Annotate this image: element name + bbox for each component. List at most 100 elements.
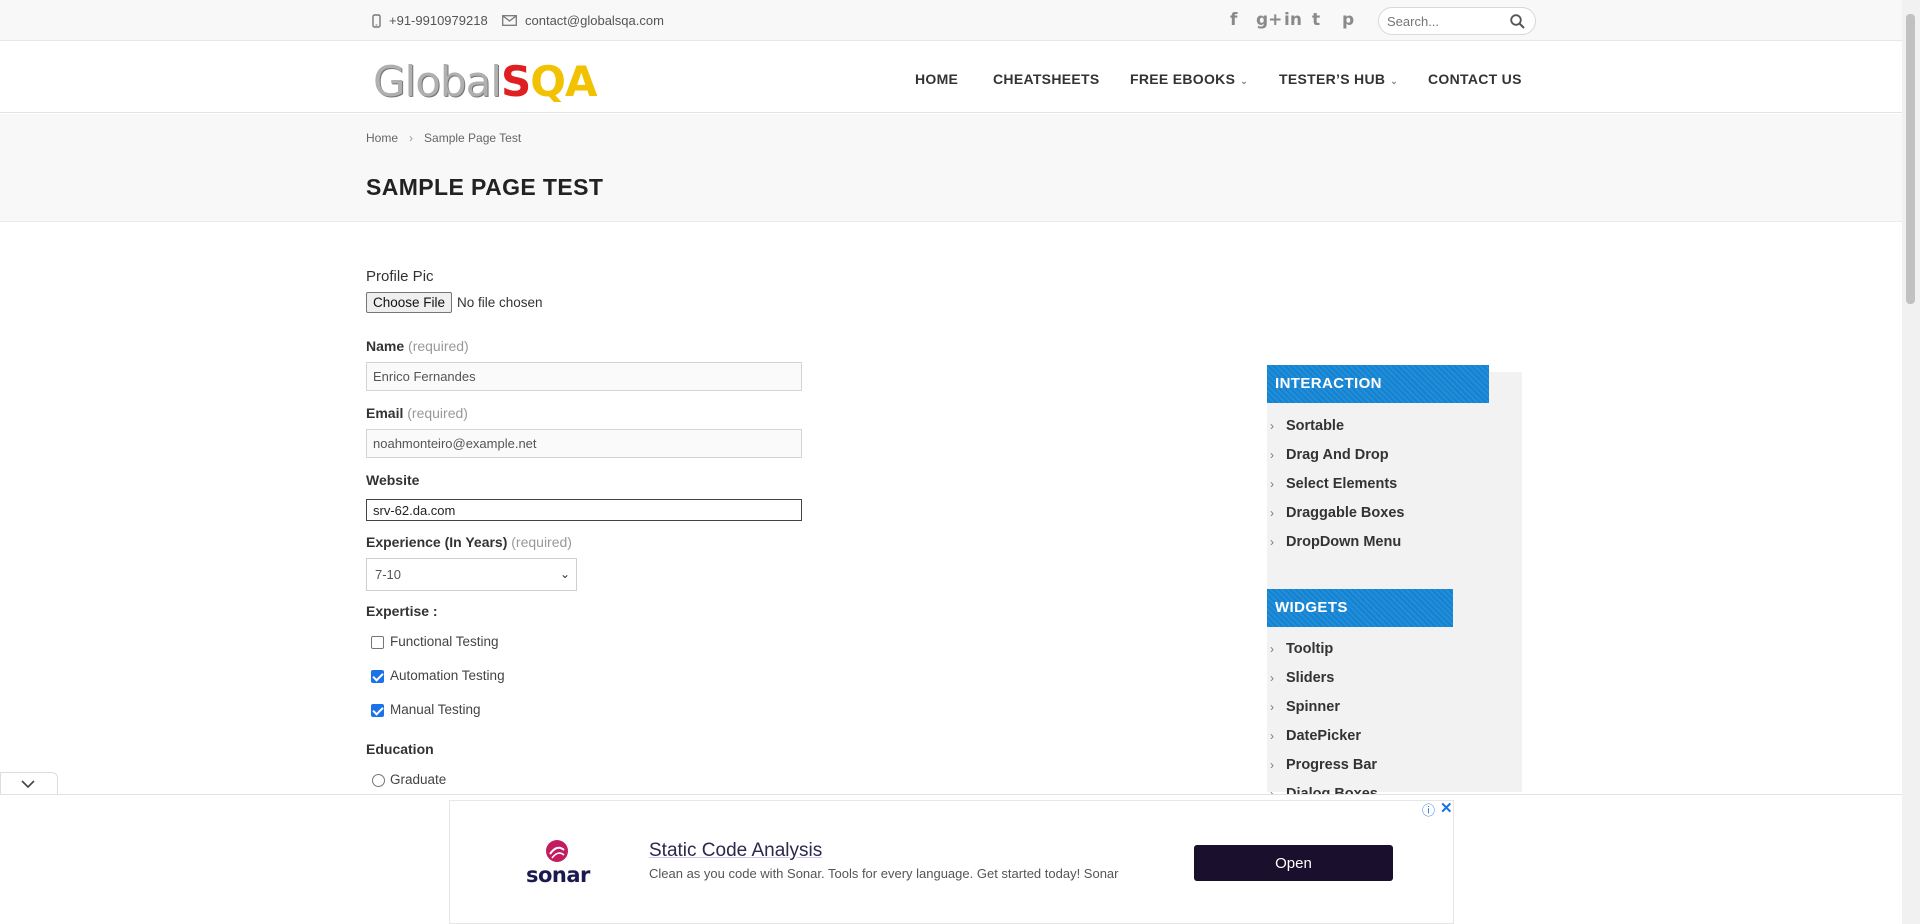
phone-icon [372, 13, 381, 28]
website-label: Website [366, 472, 420, 488]
graduate-label: Graduate [390, 772, 447, 787]
sidebar-item-label: Tooltip [1286, 641, 1334, 657]
sidebar-item-progress-bar[interactable]: › Progress Bar [1270, 757, 1377, 773]
site-header: GlobalSQA HOME CHEATSHEETS FREE EBOOKS ⌄ … [0, 41, 1902, 113]
experience-selected-value: 7-10 [375, 567, 402, 582]
expertise-label: Expertise : [366, 603, 438, 619]
nav-free-ebooks[interactable]: FREE EBOOKS ⌄ [1130, 71, 1248, 87]
experience-required-note: (required) [511, 534, 572, 550]
pinterest-icon[interactable]: p [1342, 10, 1354, 30]
email-address[interactable]: contact@globalsqa.com [525, 13, 664, 28]
nav-cheatsheets[interactable]: CHEATSHEETS [993, 71, 1100, 87]
logo-text-global: Global [373, 57, 502, 106]
experience-select[interactable]: 7-10 ⌄ [366, 558, 577, 591]
ad-close-icon[interactable]: ✕ [1440, 799, 1453, 817]
twitter-icon[interactable]: t [1312, 10, 1320, 30]
breadcrumb: Home › Sample Page Test [366, 131, 521, 145]
sidebar-item-label: Draggable Boxes [1286, 505, 1405, 521]
sidebar-item-draggable-boxes[interactable]: › Draggable Boxes [1270, 505, 1404, 521]
manual-testing-checkbox[interactable] [371, 704, 384, 717]
chevron-down-icon: ⌄ [559, 567, 570, 581]
ad-collapse-tab[interactable] [0, 772, 58, 796]
envelope-icon [502, 15, 517, 26]
chevron-down-icon: ⌄ [1240, 76, 1249, 86]
chevron-right-icon: › [1270, 506, 1274, 520]
choose-file-button[interactable]: Choose File [366, 292, 453, 313]
chevron-right-icon: › [1270, 419, 1274, 433]
top-bar: +91-9910979218 contact@globalsqa.com f g… [0, 0, 1902, 41]
experience-label: Experience (In Years) (required) [366, 534, 572, 550]
sidebar-item-drag-and-drop[interactable]: › Drag And Drop [1270, 447, 1389, 463]
website-input[interactable] [366, 499, 802, 521]
name-required-note: (required) [408, 338, 469, 354]
chevron-down-icon [21, 780, 35, 789]
phone-number: +91-9910979218 [389, 13, 488, 28]
google-plus-icon[interactable]: g+ [1256, 10, 1282, 30]
email-label-text: Email [366, 405, 404, 421]
sidebar-item-label: Select Elements [1286, 476, 1398, 492]
email-label: Email (required) [366, 405, 468, 421]
chevron-right-icon: › [1270, 787, 1274, 794]
nav-contact-us[interactable]: CONTACT US [1428, 71, 1522, 87]
logo-text-s: S [500, 57, 531, 106]
functional-testing-checkbox[interactable] [371, 636, 384, 649]
sidebar-item-select-elements[interactable]: › Select Elements [1270, 476, 1397, 492]
profile-pic-label: Profile Pic [366, 268, 434, 285]
no-file-chosen-text: No file chosen [457, 295, 543, 310]
sidebar-item-label: Dialog Boxes [1286, 786, 1378, 794]
site-logo[interactable]: GlobalSQA [373, 57, 597, 106]
nav-testers-hub-label: TESTER’S HUB [1279, 71, 1386, 87]
chevron-down-icon: ⌄ [1390, 76, 1399, 86]
chevron-right-icon: › [1270, 729, 1274, 743]
widgets-widget-title: WIDGETS [1267, 589, 1453, 627]
sidebar-item-label: DatePicker [1286, 728, 1361, 744]
page-title-area: Home › Sample Page Test SAMPLE PAGE TEST [0, 114, 1902, 222]
graduate-radio[interactable] [372, 774, 385, 787]
search-icon[interactable] [1510, 14, 1525, 29]
facebook-icon[interactable]: f [1230, 10, 1237, 30]
sidebar-item-sliders[interactable]: › Sliders [1270, 670, 1334, 686]
sidebar-item-dropdown-menu[interactable]: › DropDown Menu [1270, 534, 1401, 550]
nav-free-ebooks-label: FREE EBOOKS [1130, 71, 1236, 87]
automation-testing-checkbox[interactable] [371, 670, 384, 683]
sidebar-item-datepicker[interactable]: › DatePicker [1270, 728, 1361, 744]
ad-info-icon[interactable]: ⓘ [1422, 800, 1435, 819]
chevron-right-icon: › [1270, 477, 1274, 491]
sidebar-item-label: Progress Bar [1286, 757, 1378, 773]
name-label-text: Name [366, 338, 405, 354]
sidebar-item-label: DropDown Menu [1286, 534, 1402, 550]
functional-testing-label: Functional Testing [390, 634, 499, 649]
breadcrumb-home[interactable]: Home [366, 131, 398, 145]
search-input[interactable] [1387, 8, 1507, 34]
experience-label-text: Experience (In Years) [366, 534, 508, 550]
scrollbar-thumb[interactable] [1906, 14, 1915, 304]
automation-testing-label: Automation Testing [390, 668, 505, 683]
sonar-brand-text: sonar [526, 863, 590, 887]
nav-home[interactable]: HOME [915, 71, 958, 87]
linkedin-icon[interactable]: in [1284, 10, 1302, 30]
sidebar-item-tooltip[interactable]: › Tooltip [1270, 641, 1333, 657]
ad-title[interactable]: Static Code Analysis [649, 840, 822, 862]
sidebar-item-spinner[interactable]: › Spinner [1270, 699, 1340, 715]
education-label: Education [366, 741, 434, 757]
sonar-logo: sonar [526, 838, 596, 888]
chevron-right-icon: › [1270, 671, 1274, 685]
email-contact: contact@globalsqa.com [502, 13, 664, 28]
sidebar-item-label: Drag And Drop [1286, 447, 1389, 463]
sidebar-item-label: Sortable [1286, 418, 1345, 434]
search-box [1378, 7, 1536, 35]
chevron-right-icon: › [1270, 700, 1274, 714]
nav-testers-hub[interactable]: TESTER’S HUB ⌄ [1279, 71, 1398, 87]
interaction-widget-title: INTERACTION [1267, 365, 1489, 403]
chevron-right-icon: › [1270, 448, 1274, 462]
breadcrumb-separator: › [409, 131, 414, 145]
name-input[interactable] [366, 362, 802, 391]
email-input[interactable] [366, 429, 802, 458]
breadcrumb-current: Sample Page Test [424, 131, 522, 145]
sidebar-item-dialog-boxes[interactable]: › Dialog Boxes [1270, 786, 1378, 794]
ad-open-button[interactable]: Open [1194, 845, 1393, 881]
ad-text: Clean as you code with Sonar. Tools for … [649, 866, 1119, 881]
sidebar-item-sortable[interactable]: › Sortable [1270, 418, 1344, 434]
sidebar-item-label: Sliders [1286, 670, 1335, 686]
chevron-right-icon: › [1270, 535, 1274, 549]
